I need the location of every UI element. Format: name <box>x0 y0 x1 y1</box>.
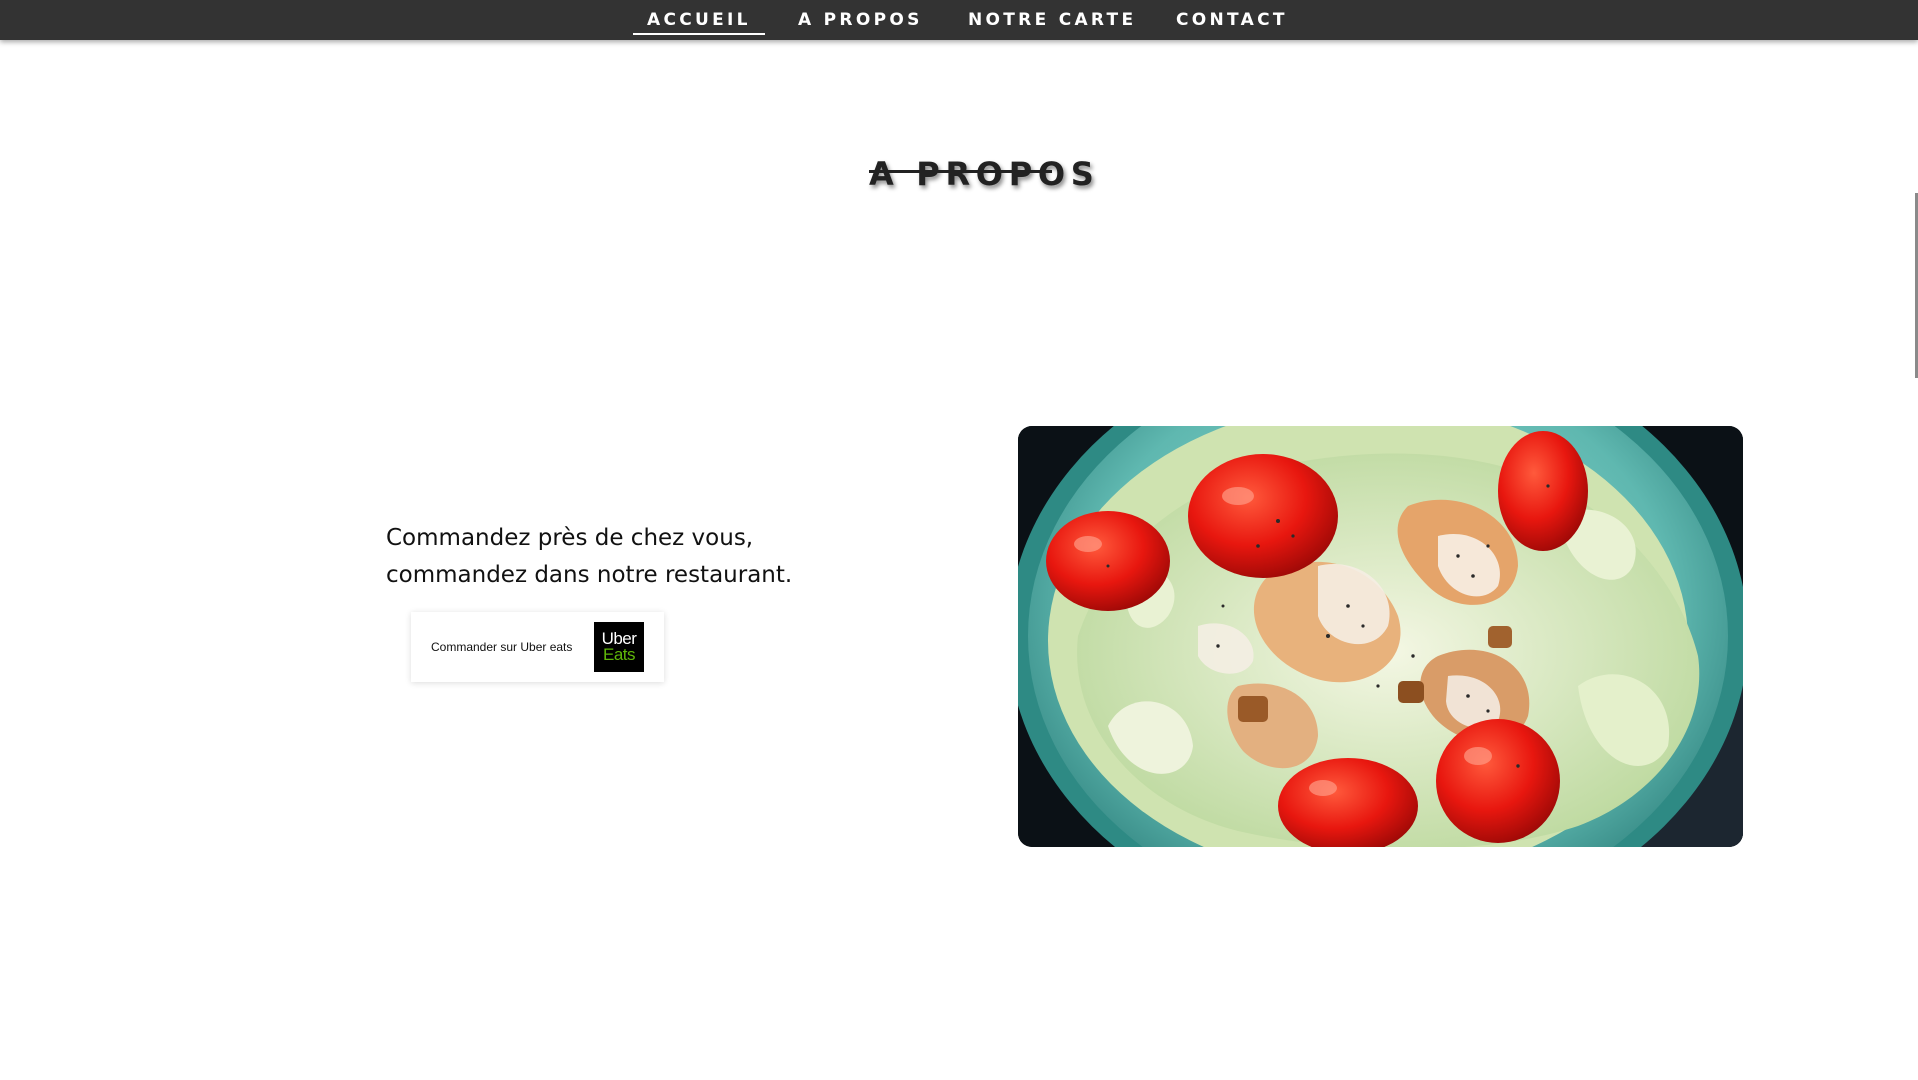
promo-text: Commandez près de chez vous, commandez d… <box>386 520 792 594</box>
nav-item-contact[interactable]: CONTACT <box>1176 0 1288 40</box>
salad-photo-illustration <box>1018 426 1743 847</box>
nav-item-a-propos[interactable]: A PROPOS <box>798 0 923 40</box>
section-title-underline <box>869 170 1052 173</box>
top-navbar: ACCUEIL A PROPOS NOTRE CARTE CONTACT <box>0 0 1918 40</box>
order-button-label: Commander sur Uber eats <box>431 640 573 654</box>
promo-line-2: commandez dans notre restaurant. <box>386 562 793 588</box>
promo-line-1: Commandez près de chez vous, <box>386 525 754 551</box>
order-uber-eats-button[interactable]: Commander sur Uber eats Uber Eats <box>411 612 664 682</box>
salad-photo <box>1018 426 1743 847</box>
section-title: A PROPOS <box>869 154 1100 193</box>
uber-eats-logo-icon: Uber Eats <box>594 622 644 672</box>
nav-item-notre-carte[interactable]: NOTRE CARTE <box>968 0 1136 40</box>
nav-item-accueil[interactable]: ACCUEIL <box>633 0 765 40</box>
uber-eats-logo-line2: Eats <box>602 645 636 664</box>
